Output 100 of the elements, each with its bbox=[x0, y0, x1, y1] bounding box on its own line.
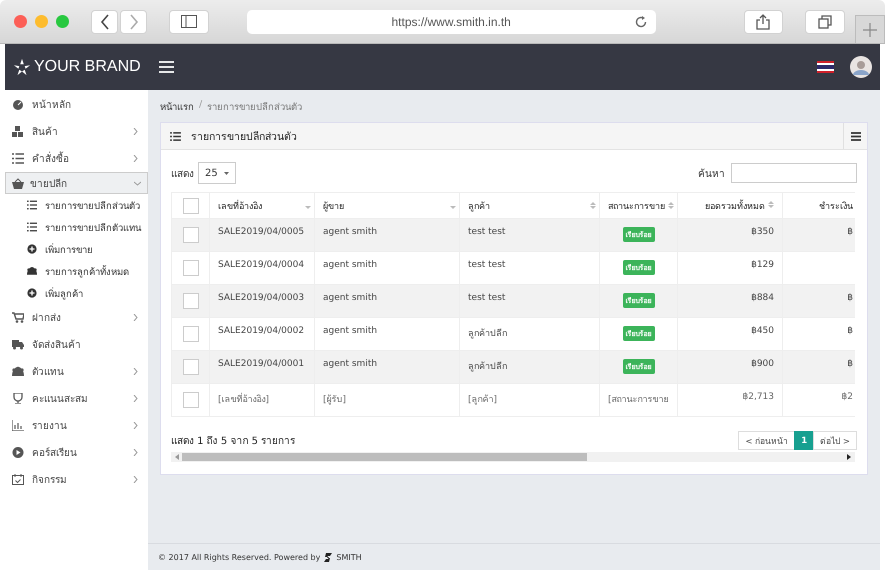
filter-cell[interactable]: [เลขที่อ้างอิง] bbox=[210, 384, 314, 416]
sidebar-item[interactable]: หน้าหลัก bbox=[5, 91, 148, 118]
chevron-left-icon bbox=[100, 14, 110, 30]
sidebar-icon bbox=[180, 15, 197, 28]
menu-icon bbox=[850, 132, 860, 140]
table-cell: ฿884 bbox=[678, 284, 782, 318]
submenu-item[interactable]: รายการขายปลีกส่วนตัว bbox=[5, 194, 148, 216]
row-checkbox[interactable] bbox=[182, 326, 198, 342]
dashboard-icon bbox=[12, 99, 24, 110]
brand-name[interactable]: YOUR BRAND bbox=[34, 58, 141, 76]
filter-cell[interactable]: [สถานะการขาย bbox=[600, 384, 678, 416]
filter-cell[interactable]: [ลูกค้า] bbox=[460, 384, 600, 416]
table-cell: ฿ bbox=[847, 326, 853, 336]
filter-checkbox[interactable] bbox=[182, 392, 198, 408]
table-cell: test test bbox=[460, 218, 600, 252]
column-header[interactable]: เลขที่อ้างอิง bbox=[210, 192, 314, 218]
sidebar-item[interactable]: รายงาน bbox=[5, 412, 148, 439]
play-circle-icon bbox=[12, 447, 24, 458]
scrollbar-thumb[interactable] bbox=[182, 453, 587, 461]
submenu-item[interactable]: รายการลูกค้าทั้งหมด bbox=[5, 260, 148, 282]
submenu-item[interactable]: เพิ่มลูกค้า bbox=[5, 282, 148, 304]
page-size-value: 25 bbox=[205, 168, 218, 178]
table-cell: ลูกค้าปลีก bbox=[460, 350, 600, 384]
caret-icon bbox=[224, 172, 229, 174]
table-cell: agent smith bbox=[314, 218, 460, 252]
filter-cell[interactable]: [ผู้รับ] bbox=[314, 384, 460, 416]
calendar-icon bbox=[12, 474, 24, 485]
sidebar-toggle-button[interactable] bbox=[169, 10, 209, 34]
show-label: แสดง bbox=[171, 168, 194, 180]
address-bar[interactable]: https://www.smith.in.th bbox=[246, 10, 656, 34]
list-icon bbox=[27, 222, 37, 232]
total-cell: ฿2 bbox=[842, 392, 853, 402]
logo-icon bbox=[324, 552, 332, 562]
minimize-window-dot[interactable] bbox=[35, 15, 48, 28]
table-cell: ฿350 bbox=[678, 218, 782, 252]
list-icon bbox=[170, 132, 181, 140]
row-checkbox[interactable] bbox=[182, 359, 198, 375]
sidebar-item[interactable]: ขายปลีก bbox=[5, 172, 148, 194]
submenu-item[interactable]: รายการขายปลีกตัวแทน bbox=[5, 216, 148, 238]
table-cell: ฿ bbox=[847, 227, 853, 237]
sort-icon[interactable] bbox=[768, 200, 774, 208]
sort-icon[interactable] bbox=[590, 201, 596, 210]
pagination-button[interactable]: < ก่อนหน้า bbox=[738, 431, 796, 450]
scroll-left-icon[interactable] bbox=[175, 454, 179, 460]
sidebar-item[interactable]: สินค้า bbox=[5, 118, 148, 145]
avatar-icon[interactable] bbox=[850, 56, 872, 78]
horizontal-scrollbar[interactable] bbox=[171, 452, 855, 462]
table-cell: ฿ bbox=[847, 359, 853, 369]
pagination-button[interactable]: ต่อไป > bbox=[813, 431, 857, 450]
table-cell: ฿ bbox=[847, 293, 853, 303]
cubes-icon bbox=[12, 126, 24, 137]
breadcrumb-item: รายการขายปลีกส่วนตัว bbox=[207, 101, 302, 114]
flag-icon[interactable] bbox=[817, 61, 834, 73]
list-icon bbox=[12, 153, 24, 164]
table-cell: ฿900 bbox=[678, 350, 782, 384]
share-icon bbox=[756, 14, 770, 30]
tabs-icon bbox=[818, 14, 832, 28]
page-size-select[interactable]: 25 bbox=[198, 162, 236, 184]
trophy-icon bbox=[12, 393, 24, 404]
close-window-dot[interactable] bbox=[14, 15, 27, 28]
total-cell: ฿2,713 bbox=[678, 384, 782, 416]
table-cell: agent smith bbox=[314, 284, 460, 318]
submenu-item[interactable]: เพิ่มการขาย bbox=[5, 238, 148, 260]
basket-icon bbox=[12, 178, 24, 188]
zoom-window-dot[interactable] bbox=[56, 15, 69, 28]
column-header[interactable]: ผู้ขาย bbox=[314, 192, 460, 218]
table-cell: agent smith bbox=[314, 350, 460, 384]
sidebar-item[interactable]: คะแนนสะสม bbox=[5, 385, 148, 412]
search-field[interactable] bbox=[731, 163, 857, 183]
scroll-right-icon[interactable] bbox=[847, 454, 851, 460]
plus-icon bbox=[863, 22, 878, 36]
row-checkbox[interactable] bbox=[182, 260, 198, 276]
footer-text: © 2017 All Rights Reserved. Powered by bbox=[158, 552, 320, 562]
table-cell: SALE2019/04/0001 bbox=[210, 350, 314, 384]
tabs-button[interactable] bbox=[805, 10, 846, 34]
sidebar-item[interactable]: คอร์สเรียน bbox=[5, 439, 148, 466]
row-checkbox[interactable] bbox=[182, 293, 198, 309]
back-button[interactable] bbox=[91, 10, 118, 34]
column-header[interactable]: สถานะการขาย bbox=[600, 192, 678, 218]
column-header[interactable]: ยอดรวมทั้งหมด bbox=[678, 192, 782, 218]
plus-circle-icon bbox=[27, 288, 37, 298]
column-header[interactable]: ลูกค้า bbox=[460, 192, 600, 218]
table-cell: SALE2019/04/0003 bbox=[210, 284, 314, 318]
breadcrumb-item[interactable]: หน้าแรก bbox=[160, 99, 194, 114]
row-checkbox[interactable] bbox=[182, 227, 198, 243]
table-cell: SALE2019/04/0005 bbox=[210, 218, 314, 252]
new-tab-button[interactable] bbox=[855, 15, 885, 43]
sidebar-item[interactable]: คำสั่งซื้อ bbox=[5, 145, 148, 172]
sidebar-item[interactable]: ตัวแทน bbox=[5, 358, 148, 385]
sort-icon[interactable] bbox=[668, 201, 674, 210]
sidebar-item[interactable]: จัดส่งสินค้า bbox=[5, 331, 148, 358]
share-button[interactable] bbox=[744, 10, 784, 34]
menu-icon[interactable] bbox=[159, 61, 174, 73]
list-icon bbox=[27, 200, 37, 210]
breadcrumb-separator: / bbox=[199, 99, 202, 112]
select-all-checkbox[interactable] bbox=[182, 198, 198, 214]
sidebar-item[interactable]: ฝากส่ง bbox=[5, 304, 148, 331]
sidebar-item[interactable]: กิจกรรม bbox=[5, 466, 148, 493]
reload-icon[interactable] bbox=[634, 14, 648, 28]
url-text: https://www.smith.in.th bbox=[391, 14, 511, 28]
